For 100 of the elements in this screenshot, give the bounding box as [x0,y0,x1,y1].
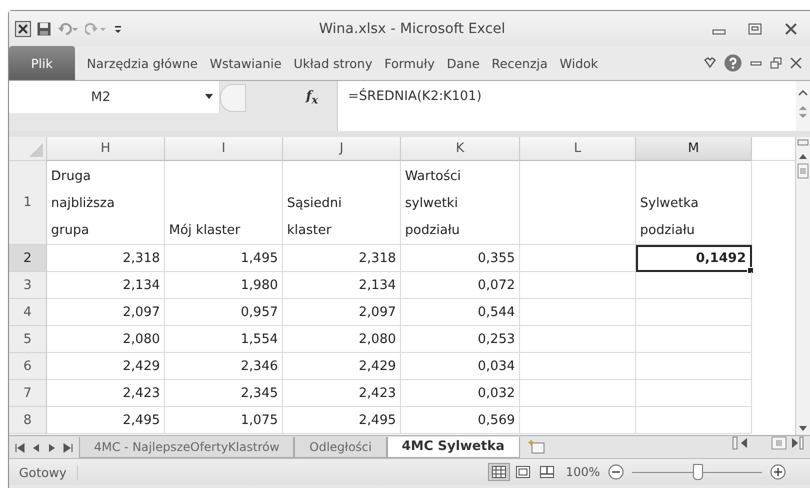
sheet-tab[interactable]: Odległości [294,437,387,458]
zoom-in-icon[interactable] [770,464,786,480]
insert-function-button[interactable]: f$_{x}$ [306,89,318,107]
table-cell[interactable] [636,380,752,407]
column-header[interactable]: J [283,137,401,161]
ribbon-tab[interactable]: Wstawianie [204,46,288,80]
table-cell[interactable]: 0,544 [401,299,520,326]
table-cell[interactable]: 0,032 [401,380,520,407]
zoom-out-icon[interactable] [608,464,624,480]
table-cell[interactable] [520,245,636,272]
close-icon[interactable] [790,57,802,69]
table-cell[interactable]: 2,429 [47,353,165,380]
table-cell[interactable] [520,407,636,434]
table-cell[interactable]: 2,318 [47,245,165,272]
table-cell[interactable] [636,272,752,299]
first-sheet-icon[interactable] [15,443,25,453]
save-icon[interactable] [37,22,51,36]
table-cell[interactable]: 2,495 [283,407,401,434]
table-cell[interactable]: 1,554 [165,326,283,353]
new-sheet-icon[interactable] [528,440,546,454]
last-sheet-icon[interactable] [63,443,73,453]
row-header[interactable]: 6 [9,353,47,380]
formula-field[interactable]: =ŚREDNIA(K2:K101) [338,81,796,131]
undo-icon[interactable] [57,22,79,36]
vertical-scrollbar[interactable] [795,137,810,435]
ribbon-tab[interactable]: Dane [440,46,486,80]
ribbon-tab[interactable]: Recenzja [486,46,554,80]
table-cell[interactable]: Mój klaster [165,161,283,245]
horizontal-scrollbar[interactable] [732,436,804,450]
column-header[interactable]: K [401,137,520,161]
table-cell[interactable]: 0,1492 [636,245,752,272]
table-cell[interactable]: Sąsiedni klaster [283,161,401,245]
table-cell[interactable]: 1,980 [165,272,283,299]
status-text: Gotowy [9,464,78,480]
zoom-slider[interactable] [693,464,703,480]
table-cell[interactable] [636,299,752,326]
sheet-tab[interactable]: 4MC - NajlepszeOfertyKlastrów [79,437,294,458]
name-box[interactable]: M2 [9,81,220,113]
table-cell[interactable] [520,326,636,353]
table-cell[interactable]: 2,495 [47,407,165,434]
row-header[interactable]: 3 [9,272,47,299]
column-header[interactable]: H [47,137,165,161]
table-cell[interactable]: 2,097 [283,299,401,326]
ribbon-tab[interactable]: Narzędzia główne [80,46,204,80]
ribbon-tab[interactable]: Plik [9,46,75,80]
table-cell[interactable]: 0,034 [401,353,520,380]
normal-view-button[interactable] [488,463,510,481]
row-header[interactable]: 1 [9,161,47,245]
column-header[interactable]: I [165,137,283,161]
table-cell[interactable]: 0,957 [165,299,283,326]
table-cell[interactable]: Wartości sylwetki podziału [401,161,520,245]
table-cell[interactable] [520,353,636,380]
table-cell[interactable]: 2,346 [165,353,283,380]
excel-logo-icon [15,20,31,36]
table-cell[interactable]: 1,075 [165,407,283,434]
table-cell[interactable]: 2,423 [47,380,165,407]
table-cell[interactable]: 2,134 [283,272,401,299]
table-cell[interactable]: 2,423 [283,380,401,407]
table-cell[interactable] [636,353,752,380]
table-cell[interactable]: 2,080 [283,326,401,353]
row-header[interactable]: 5 [9,326,47,353]
next-sheet-icon[interactable] [47,443,57,453]
table-cell[interactable]: 0,569 [401,407,520,434]
table-cell[interactable]: 0,355 [401,245,520,272]
table-cell[interactable]: 2,080 [47,326,165,353]
table-cell[interactable]: 1,495 [165,245,283,272]
column-header[interactable]: M [636,137,752,161]
row-header[interactable]: 4 [9,299,47,326]
table-cell[interactable] [636,407,752,434]
table-cell[interactable]: Druga najbliższa grupa [47,161,165,245]
sheet-tab[interactable]: 4MC Sylwetka [386,437,520,458]
table-cell[interactable]: 2,318 [283,245,401,272]
expand-icon[interactable] [798,105,808,119]
column-header[interactable]: L [520,137,636,161]
maximize-icon[interactable] [748,22,762,34]
scroll-down-icon[interactable] [797,423,809,433]
previous-sheet-icon[interactable] [31,443,41,453]
row-header[interactable]: 7 [9,380,47,407]
ribbon-tab[interactable]: Widok [554,46,604,80]
table-cell[interactable]: 2,429 [283,353,401,380]
table-cell[interactable] [520,161,636,245]
help-icon[interactable] [724,54,742,72]
row-header[interactable]: 8 [9,407,47,434]
table-cell[interactable] [636,326,752,353]
table-cell[interactable]: 0,072 [401,272,520,299]
heart-icon[interactable] [704,57,716,69]
table-cell[interactable]: 2,345 [165,380,283,407]
table-cell[interactable]: Sylwetka podziału [636,161,752,245]
table-cell[interactable] [520,272,636,299]
table-cell[interactable]: 2,097 [47,299,165,326]
table-cell[interactable] [520,299,636,326]
row-header[interactable]: 2 [9,245,47,272]
close-icon[interactable] [784,22,798,34]
table-cell[interactable]: 2,134 [47,272,165,299]
ribbon-tab[interactable]: Formuły [378,46,441,80]
table-cell[interactable] [520,380,636,407]
ribbon-tab[interactable]: Układ strony [288,46,378,80]
restore-icon[interactable] [770,57,782,69]
table-cell[interactable]: 0,253 [401,326,520,353]
zoom-level[interactable]: 100% [566,465,600,479]
